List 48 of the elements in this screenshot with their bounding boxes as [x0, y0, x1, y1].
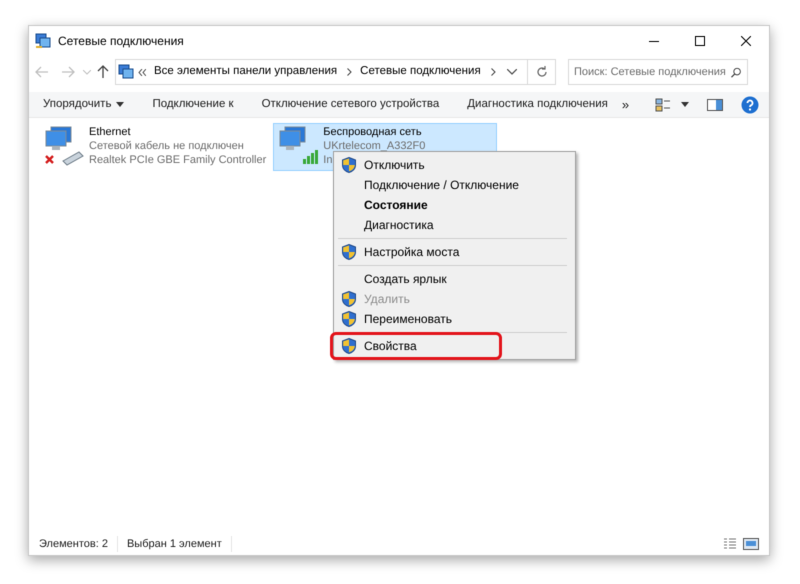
address-bar[interactable]: Все элементы панели управления Сетевые подключения: [115, 59, 528, 85]
toolbar-button[interactable]: Упорядочить: [43, 94, 124, 116]
large-icons-view-icon[interactable]: [743, 538, 759, 550]
connection-name: Беспроводная сеть: [323, 125, 422, 139]
minimize-icon: [649, 40, 659, 42]
menu-item[interactable]: Переименовать: [334, 309, 575, 329]
double-chevron-icon: [138, 68, 146, 76]
chevron-right-icon[interactable]: [347, 68, 352, 76]
menu-item[interactable]: Диагностика: [334, 215, 575, 235]
refresh-button[interactable]: [528, 59, 556, 85]
search-input[interactable]: Поиск: Сетевые подключения: [574, 64, 731, 80]
chevron-right-icon[interactable]: [490, 68, 496, 76]
menu-item[interactable]: Настройка моста: [334, 242, 575, 262]
menu-item[interactable]: Состояние: [334, 195, 575, 215]
toolbar-button[interactable]: Подключение к: [152, 94, 234, 116]
refresh-icon: [536, 66, 548, 78]
breadcrumb[interactable]: Сетевые подключения: [360, 63, 481, 81]
caret-icon: [116, 102, 124, 107]
window-title: Сетевые подключения: [58, 33, 184, 50]
toolbar-button[interactable]: Диагностика подключения: [467, 94, 608, 116]
maximize-icon: [695, 36, 705, 46]
caret-icon[interactable]: [681, 102, 689, 107]
more-button[interactable]: »: [622, 94, 630, 114]
toolbar-button[interactable]: Отключение сетевого устройства: [262, 94, 440, 116]
network-folder-icon: [118, 64, 134, 80]
help-icon[interactable]: [741, 96, 759, 114]
status-text: Выбран 1 элемент: [126, 536, 232, 552]
network-folder-icon: [35, 33, 51, 49]
view-options-icon[interactable]: [655, 98, 671, 112]
up-arrow-icon[interactable]: [97, 65, 109, 79]
status-text: Элементов: 2: [39, 536, 118, 552]
menu-item[interactable]: Создать ярлык: [334, 269, 575, 289]
connection-name: Ethernet: [89, 125, 131, 139]
menu-item: Удалить: [334, 289, 575, 309]
chevron-down-icon[interactable]: [507, 69, 517, 75]
menu-item[interactable]: Свойства: [334, 336, 575, 356]
breadcrumb[interactable]: Все элементы панели управления: [154, 63, 338, 81]
preview-pane-icon[interactable]: [707, 98, 723, 110]
search-icon: [730, 66, 741, 78]
close-icon: [741, 36, 751, 46]
search-field[interactable]: Поиск: Сетевые подключения: [568, 59, 748, 85]
device-name: In: [323, 153, 332, 167]
connection-status: Сетевой кабель не подключен: [89, 139, 244, 153]
menu-item[interactable]: Подключение / Отключение: [334, 175, 575, 195]
connection-item[interactable]: Ethernet Сетевой кабель не подключен Realtek PCIe GBE Family Controller: [39, 123, 272, 171]
details-view-icon[interactable]: [723, 538, 737, 550]
device-name: Realtek PCIe GBE Family Controller: [89, 153, 266, 167]
connection-status: UKrtelecom_A332F0: [323, 139, 426, 153]
